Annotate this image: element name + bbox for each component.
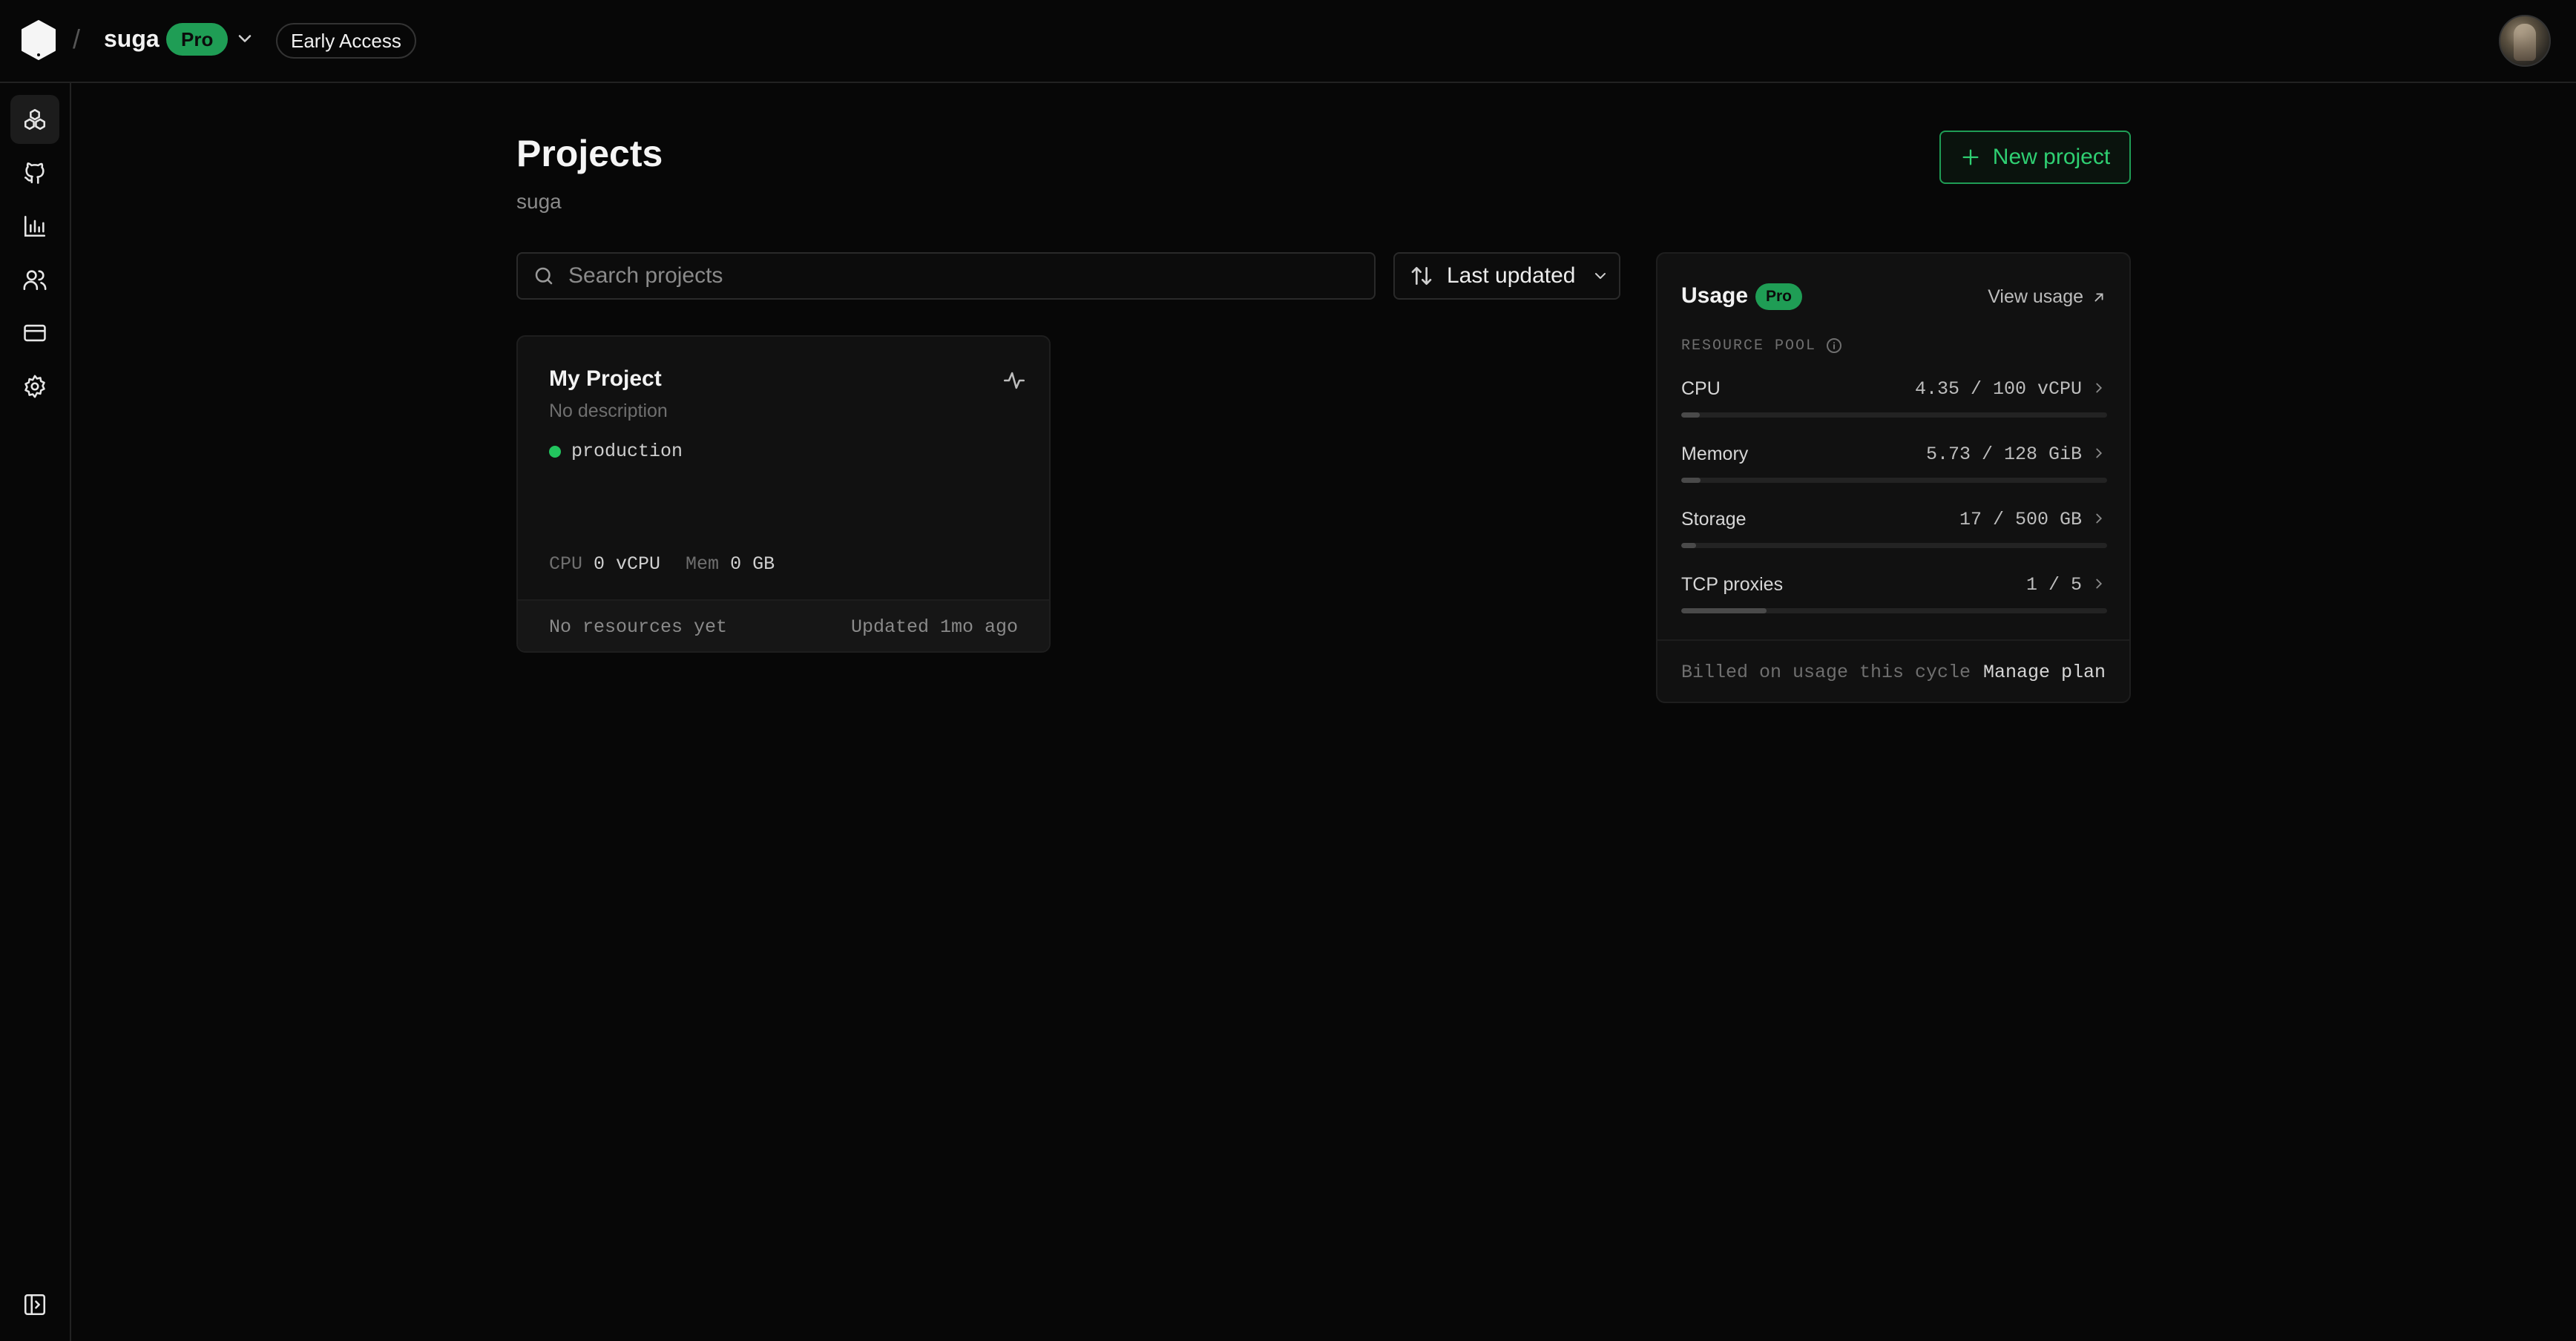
resource-progress-fill xyxy=(1681,543,1696,548)
resource-value: 4.35 / 100 vCPU xyxy=(1914,378,2082,400)
resource-pool-text: RESOURCE POOL xyxy=(1681,337,1817,355)
project-card-footer: No resources yet Updated 1mo ago xyxy=(518,599,1049,651)
resource-progress-bar xyxy=(1681,608,2107,613)
sidebar-toggle-button[interactable] xyxy=(10,1280,59,1329)
mem-metric-value: 0 GB xyxy=(730,553,775,575)
new-project-label: New project xyxy=(1992,145,2111,169)
avatar[interactable] xyxy=(2499,15,2551,67)
analytics-icon xyxy=(24,215,46,237)
plus-icon xyxy=(1962,149,1979,165)
resource-name: Memory xyxy=(1681,444,1749,464)
sidebar-toggle-icon xyxy=(24,1294,46,1316)
search-input[interactable] xyxy=(568,263,1355,289)
top-bar: / suga Pro Early Access xyxy=(0,0,2576,83)
chevron-right-icon xyxy=(2096,448,2103,458)
usage-title: Usage xyxy=(1681,283,1749,308)
resource-progress-bar xyxy=(1681,543,2107,548)
resource-row-storage[interactable]: Storage 17 / 500 GB xyxy=(1681,509,2107,568)
org-name[interactable]: suga xyxy=(104,25,160,53)
resource-progress-fill xyxy=(1681,478,1701,483)
new-project-button[interactable]: New project xyxy=(1939,131,2131,184)
view-usage-label: View usage xyxy=(1988,286,2083,307)
resource-pool-label: RESOURCE POOL xyxy=(1681,337,1843,355)
project-card[interactable]: My Project No description production CPU… xyxy=(516,335,1051,653)
chevron-right-icon xyxy=(2096,383,2103,393)
settings-icon xyxy=(24,375,45,398)
sidebar-item-projects[interactable] xyxy=(10,95,59,144)
updated-time: Updated 1mo ago xyxy=(850,616,1018,638)
cpu-metric-label: CPU xyxy=(549,553,583,575)
billing-note: Billed on usage this cycle xyxy=(1681,661,1971,683)
resources-status: No resources yet xyxy=(549,616,728,638)
sidebar-item-settings[interactable] xyxy=(10,362,59,411)
mem-metric-label: Mem xyxy=(686,553,720,575)
resource-name: TCP proxies xyxy=(1681,574,1784,595)
projects-icon xyxy=(24,108,46,131)
sort-label: Last updated xyxy=(1447,263,1576,288)
resource-name: CPU xyxy=(1681,378,1721,399)
environment-label: production xyxy=(571,441,683,462)
chevron-down-icon[interactable] xyxy=(234,28,255,49)
breadcrumb-separator: / xyxy=(73,24,81,54)
resource-progress-fill xyxy=(1681,412,1700,418)
view-usage-link[interactable]: View usage xyxy=(1988,286,2107,308)
sidebar-item-team[interactable] xyxy=(10,255,59,304)
status-dot xyxy=(549,445,561,458)
sidebar-item-github[interactable] xyxy=(10,148,59,197)
resource-value: 1 / 5 xyxy=(2025,574,2082,596)
team-icon xyxy=(23,270,47,291)
resource-value: 5.73 / 128 GiB xyxy=(1925,444,2082,465)
page-title: Projects xyxy=(516,133,663,174)
search-icon xyxy=(535,267,553,285)
info-icon[interactable] xyxy=(1825,337,1843,355)
resource-name: Storage xyxy=(1681,509,1747,530)
sort-icon xyxy=(1411,267,1432,285)
sort-dropdown[interactable]: Last updated xyxy=(1393,252,1620,300)
external-link-icon xyxy=(2094,293,2103,301)
usage-footer: Billed on usage this cycle Manage plan xyxy=(1657,639,2129,702)
search-box[interactable] xyxy=(516,252,1376,300)
manage-plan-link[interactable]: Manage plan xyxy=(1983,662,2106,683)
billing-icon xyxy=(24,324,46,342)
sidebar-item-analytics[interactable] xyxy=(10,202,59,251)
plan-badge: Pro xyxy=(166,23,229,56)
resource-progress-fill xyxy=(1681,608,1767,613)
activity-icon[interactable] xyxy=(1002,368,1027,393)
resource-row-cpu[interactable]: CPU 4.35 / 100 vCPU xyxy=(1681,378,2107,438)
resource-progress-bar xyxy=(1681,478,2107,483)
resource-row-memory[interactable]: Memory 5.73 / 128 GiB xyxy=(1681,444,2107,503)
chevron-right-icon xyxy=(2096,513,2103,524)
early-access-badge[interactable]: Early Access xyxy=(276,23,416,59)
usage-panel: Usage Pro View usage RESOURCE POOL CPU 4… xyxy=(1656,252,2131,703)
project-metrics: CPU 0 vCPU Mem 0 GB xyxy=(549,553,775,575)
project-description: No description xyxy=(549,401,668,421)
usage-plan-badge: Pro xyxy=(1755,283,1803,310)
sidebar xyxy=(0,83,71,1341)
chevron-right-icon xyxy=(2096,579,2103,589)
resource-value: 17 / 500 GB xyxy=(1959,509,2082,530)
cpu-metric: CPU 0 vCPU xyxy=(549,553,660,575)
chevron-down-icon xyxy=(1595,273,1606,279)
resource-progress-bar xyxy=(1681,412,2107,418)
logo-icon[interactable] xyxy=(19,19,58,61)
environment-tag[interactable]: production xyxy=(549,441,683,462)
resource-row-tcp-proxies[interactable]: TCP proxies 1 / 5 xyxy=(1681,574,2107,633)
project-name: My Project xyxy=(549,366,662,391)
page-subtitle: suga xyxy=(516,190,562,213)
mem-metric: Mem 0 GB xyxy=(686,553,775,575)
sidebar-item-billing[interactable] xyxy=(10,309,59,358)
cpu-metric-value: 0 vCPU xyxy=(594,553,661,575)
github-icon xyxy=(24,162,45,184)
